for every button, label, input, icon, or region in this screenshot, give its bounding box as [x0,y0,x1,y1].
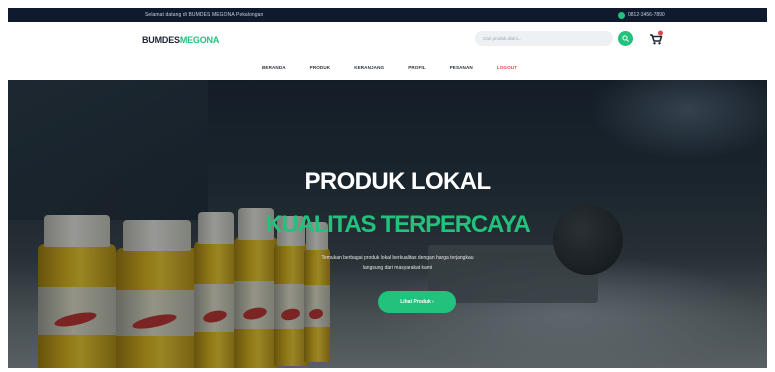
main-nav: BERANDA PRODUK KERANJANG PROFIL PESANAN … [262,65,517,70]
nav-item-beranda[interactable]: BERANDA [262,65,286,70]
welcome-text: Selamat datang di BUMDES MEGONA Pekalong… [145,12,264,18]
hero-description-line-2: langsung dari masyarakat kami [362,265,433,271]
hero-description-line-1: Temukan berbagai produk lokal berkualita… [321,255,474,261]
logo-accent: MEGONA [179,35,220,45]
phone-icon [618,11,625,19]
search-icon [622,35,629,42]
hero-cta-button[interactable]: Lihat Produk › [378,291,456,313]
nav-item-keranjang[interactable]: KERANJANG [354,65,384,70]
contact-text: 0812-3456-7890 [628,12,665,18]
cart-badge-dot [658,30,663,36]
site-logo[interactable]: BUMDESMEGONA [142,35,219,45]
cart-button[interactable] [648,30,664,46]
nav-item-profil[interactable]: PROFIL [408,65,425,70]
contact-info[interactable]: 0812-3456-7890 [618,11,665,19]
top-bar: Selamat datang di BUMDES MEGONA Pekalong… [8,8,767,22]
page: Selamat datang di BUMDES MEGONA Pekalong… [0,0,775,372]
search-button[interactable] [618,31,633,46]
hero-content: PRODUK LOKAL KUALITAS TERPERCAYA Temukan… [28,80,767,368]
hero-banner: PRODUK LOKAL KUALITAS TERPERCAYA Temukan… [8,80,767,368]
site-header: BUMDESMEGONA BERANDA PRODUK KERANJANG PR… [8,22,767,80]
logo-primary: BUMDES [142,35,180,45]
nav-item-logout[interactable]: LOGOUT [497,65,517,70]
nav-item-pesanan[interactable]: PESANAN [450,65,473,70]
nav-item-produk[interactable]: PRODUK [310,65,331,70]
hero-subtitle: KUALITAS TERPERCAYA [265,211,531,238]
hero-title: PRODUK LOKAL [304,168,491,195]
search-input[interactable] [475,31,613,46]
cart-icon [650,30,663,45]
